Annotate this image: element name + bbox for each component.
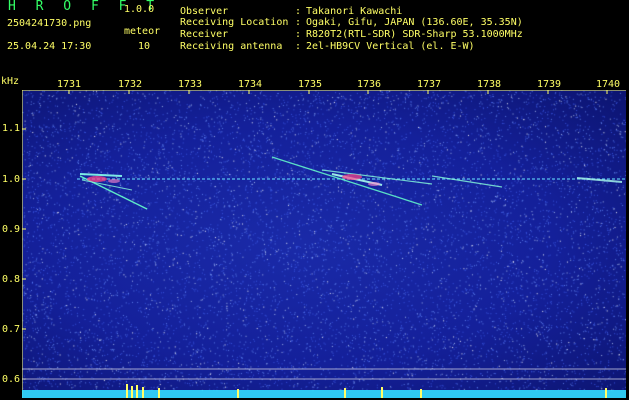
info-colon: : [295, 41, 302, 52]
y-tick-label: 1.0 [2, 174, 21, 185]
y-tick-label: 0.7 [2, 324, 21, 335]
x-tick-label: 1737 [417, 79, 442, 90]
spectrogram-overlay [22, 90, 626, 398]
filename-label: 2504241730.png [7, 18, 92, 29]
x-ticks [68, 90, 608, 94]
count-label: 10 [138, 41, 151, 52]
x-tick-label: 1732 [118, 79, 143, 90]
x-tick-label: 1733 [178, 79, 203, 90]
x-tick-label: 1739 [537, 79, 562, 90]
x-tick-label: 1738 [477, 79, 502, 90]
x-tick-label: 1735 [298, 79, 323, 90]
y-tick-label: 1.1 [2, 123, 21, 134]
x-tick-label: 1736 [357, 79, 382, 90]
x-tick-label: 1734 [238, 79, 263, 90]
signal-strip [22, 390, 626, 398]
y-tick-label: 0.8 [2, 274, 21, 285]
datetime-label: 25.04.24 17:30 [7, 41, 92, 52]
y-ticks [22, 128, 26, 380]
meteor-echo-1732 [79, 173, 148, 210]
info-colon: : [295, 17, 302, 28]
location-label: Receiving Location [180, 17, 289, 28]
spectrogram [22, 90, 626, 398]
x-tick-label: 1731 [57, 79, 82, 90]
location-value: Ogaki, Gifu, JAPAN (136.60E, 35.35N) [306, 17, 523, 28]
receiver-label: Receiver [180, 29, 229, 40]
y-tick-label: 0.9 [2, 224, 21, 235]
mode-label: meteor [124, 26, 161, 37]
y-tick-label: 0.6 [2, 374, 21, 385]
y-unit-label: kHz [1, 76, 20, 87]
x-tick-label: 1740 [596, 79, 621, 90]
meteor-echo-1736 [271, 156, 503, 206]
info-colon: : [295, 29, 302, 40]
app-version: 1.0.0 [124, 4, 155, 15]
antenna-label: Receiving antenna [180, 41, 283, 52]
antenna-value: 2el-HB9CV Vertical (el. E-W) [306, 41, 475, 52]
receiver-value: R820T2(RTL-SDR) SDR-Sharp 53.1000MHz [306, 29, 523, 40]
